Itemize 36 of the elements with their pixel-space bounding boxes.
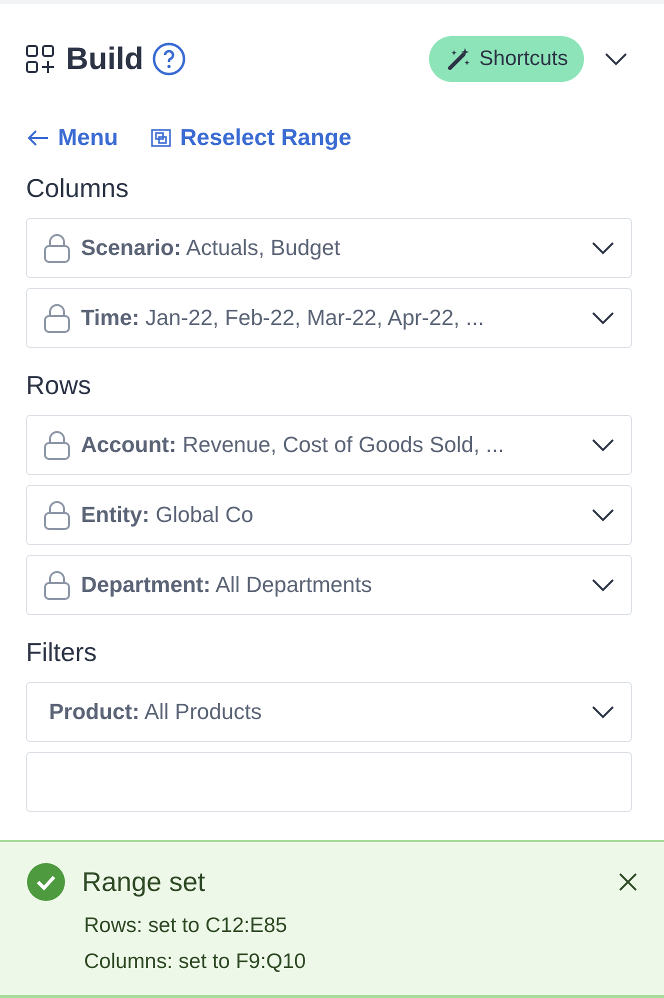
chevron-down-icon[interactable]: [591, 508, 615, 522]
lock-icon: [43, 232, 71, 264]
chevron-down-icon[interactable]: [591, 311, 615, 325]
chevron-down-icon[interactable]: [591, 578, 615, 592]
toast-message: Rows: set to C12:E85: [84, 914, 288, 938]
lock-icon: [43, 429, 71, 461]
magic-wand-icon: [447, 47, 472, 71]
panel-title: Build: [66, 41, 144, 77]
section-heading: Columns: [26, 173, 130, 204]
lock-icon: [43, 302, 71, 334]
dimension-dropdown[interactable]: Scenario: Actuals, Budget: [26, 218, 632, 278]
dimension-dropdown[interactable]: Account: Revenue, Cost of Goods Sold, ...: [26, 415, 632, 475]
dimension-dropdown[interactable]: Product: All Products: [26, 682, 632, 742]
grid-plus-icon: [26, 45, 54, 73]
reselect-range-link[interactable]: Reselect Range: [150, 124, 352, 151]
shortcuts-button[interactable]: Shortcuts: [429, 36, 584, 82]
section-heading: Filters: [26, 637, 98, 668]
selection-icon: [150, 128, 172, 148]
chevron-down-icon[interactable]: [591, 241, 615, 255]
arrow-left-icon: [26, 128, 50, 146]
chevron-down-icon[interactable]: [604, 52, 628, 66]
lock-icon: [43, 499, 71, 531]
dimension-dropdown[interactable]: Time: Jan-22, Feb-22, Mar-22, Apr-22, ...: [26, 288, 632, 348]
toast-message: Columns: set to F9:Q10: [84, 950, 307, 974]
check-circle-icon: [26, 862, 66, 902]
close-button[interactable]: [618, 872, 638, 892]
help-icon[interactable]: [152, 42, 186, 76]
dimension-dropdown[interactable]: Department: All Departments: [26, 555, 632, 615]
chevron-down-icon[interactable]: [591, 705, 615, 719]
chevron-down-icon[interactable]: [591, 438, 615, 452]
close-icon: [618, 872, 638, 892]
dimension-dropdown[interactable]: Entity: Global Co: [26, 485, 632, 545]
back-link[interactable]: Menu: [26, 124, 118, 151]
toast-title: Range set: [82, 866, 206, 898]
section-heading: Rows: [26, 370, 92, 401]
lock-icon: [43, 569, 71, 601]
